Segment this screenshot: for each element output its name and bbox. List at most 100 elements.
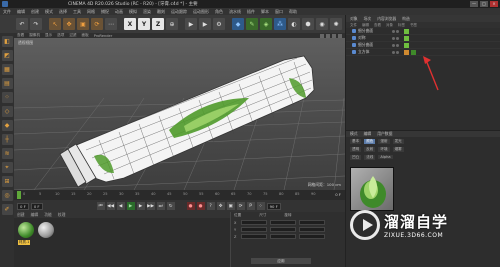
position-z-field[interactable] (241, 234, 267, 239)
menu-select[interactable]: 选择 (59, 9, 67, 15)
record-icon[interactable]: ● (186, 202, 195, 210)
material-ball-green[interactable] (18, 222, 34, 238)
channel-tab-bump[interactable]: 凹凸 (350, 154, 362, 160)
material-tag-icon[interactable] (411, 49, 416, 55)
axis-x-button[interactable]: X (124, 18, 136, 30)
pen-icon[interactable]: ✎ (246, 18, 258, 30)
go-to-start-icon[interactable]: ⏮ (96, 202, 105, 210)
obj-menu-view[interactable]: 查看 (374, 23, 381, 28)
channel-tab-luminance[interactable]: 发光 (392, 138, 404, 144)
redo-icon[interactable]: ↷ (30, 18, 42, 30)
playhead-marker[interactable] (17, 191, 21, 199)
menu-create[interactable]: 创建 (31, 9, 39, 15)
solo-icon[interactable]: ◎ (1, 190, 13, 201)
material-ball-grey[interactable] (38, 222, 54, 238)
menu-plugins[interactable]: 插件 (247, 9, 255, 15)
axis-z-button[interactable]: Z (152, 18, 164, 30)
scene-icon[interactable]: ⬢ (302, 18, 314, 30)
menu-help[interactable]: 帮助 (289, 9, 297, 15)
visibility-dots[interactable] (392, 43, 399, 47)
attr-tab-edit[interactable]: 编辑 (364, 131, 372, 137)
rotation-b-field[interactable] (299, 234, 325, 239)
point-level-key-icon[interactable]: ⁘ (256, 202, 265, 210)
render-view-icon[interactable]: ▶ (185, 18, 197, 30)
object-row[interactable]: 对称 (346, 35, 500, 42)
array-icon[interactable]: ⁂ (274, 18, 286, 30)
attr-tab-mode[interactable]: 模式 (350, 131, 358, 137)
tab-objects[interactable]: 对象 (350, 16, 358, 22)
camera-icon[interactable]: ◉ (316, 18, 328, 30)
menu-mesh[interactable]: 网格 (87, 9, 95, 15)
object-row[interactable]: 细分曲面 (346, 42, 500, 49)
maximize-view-icon[interactable] (338, 33, 342, 38)
move-tool-icon[interactable]: ✥ (63, 18, 75, 30)
make-editable-icon[interactable]: ◧ (1, 36, 13, 47)
deformer-icon[interactable]: ◐ (288, 18, 300, 30)
material-menu-edit[interactable]: 编辑 (31, 212, 39, 218)
material-menu-create[interactable]: 创建 (17, 212, 25, 218)
select-tool-icon[interactable]: ↖ (49, 18, 61, 30)
zoom-icon[interactable] (326, 33, 330, 38)
timeline[interactable]: 0 5 10 15 20 25 30 35 40 45 50 55 60 65 … (14, 190, 345, 200)
edges-mode-icon[interactable]: ◇ (1, 106, 13, 117)
snap-icon[interactable]: ⌖ (1, 162, 13, 173)
position-y-field[interactable] (241, 227, 267, 232)
coord-system-icon[interactable]: ⊕ (166, 18, 178, 30)
obj-menu-file[interactable]: 文件 (350, 23, 357, 28)
go-to-end-icon[interactable]: ⏭ (156, 202, 165, 210)
object-row[interactable]: 细分曲面 (346, 28, 500, 35)
obj-menu-objects[interactable]: 对象 (386, 23, 393, 28)
cube-icon[interactable]: ◆ (232, 18, 244, 30)
menu-mode[interactable]: 模式 (45, 9, 53, 15)
channel-tab-normal[interactable]: 法线 (364, 154, 376, 160)
menu-window[interactable]: 窗口 (275, 9, 283, 15)
current-frame-field[interactable]: 0 F (30, 202, 43, 210)
next-key-icon[interactable]: ▶▶ (146, 202, 155, 210)
previous-frame-icon[interactable]: ◀ (116, 202, 125, 210)
polygons-mode-icon[interactable]: ◆ (1, 120, 13, 131)
next-frame-icon[interactable]: ▶ (136, 202, 145, 210)
start-frame-field[interactable]: 0 F (17, 202, 29, 210)
material-menu-function[interactable]: 功能 (44, 212, 52, 218)
rotation-key-icon[interactable]: ⟳ (236, 202, 245, 210)
subdivision-icon[interactable]: ◈ (260, 18, 272, 30)
channel-tab-environment[interactable]: 环境 (378, 146, 390, 152)
channel-tab-basic[interactable]: 基本 (350, 138, 362, 144)
size-x-field[interactable] (270, 220, 296, 225)
minimize-button[interactable]: — (470, 1, 478, 7)
light-icon[interactable]: ✺ (330, 18, 342, 30)
object-name[interactable]: 细分曲面 (358, 42, 390, 48)
obj-menu-edit[interactable]: 编辑 (362, 23, 369, 28)
apply-button[interactable]: 应用 (251, 258, 311, 264)
tab-takes[interactable]: 场次 (364, 16, 372, 22)
end-frame-field[interactable]: 90 F (266, 202, 281, 210)
brush-icon[interactable]: ✐ (1, 204, 13, 215)
menu-script[interactable]: 脚本 (261, 9, 269, 15)
menu-file[interactable]: 文件 (3, 9, 11, 15)
position-key-icon[interactable]: ✥ (216, 202, 225, 210)
channel-tab-alpha[interactable]: Alpha (378, 155, 393, 159)
menu-animate[interactable]: 动画 (115, 9, 123, 15)
visibility-dots[interactable] (392, 36, 399, 40)
loop-icon[interactable]: ↻ (166, 202, 175, 210)
maximize-button[interactable]: □ (480, 1, 488, 7)
channel-tab-transparency[interactable]: 透明 (350, 146, 362, 152)
position-x-field[interactable] (241, 220, 267, 225)
viewport-menu-prorender[interactable]: ProRender (94, 34, 113, 38)
menu-character[interactable]: 角色 (215, 9, 223, 15)
pan-icon[interactable] (320, 33, 324, 38)
menu-tools[interactable]: 工具 (73, 9, 81, 15)
rotate-tool-icon[interactable]: ⟳ (91, 18, 103, 30)
material-menu-texture[interactable]: 纹理 (58, 212, 66, 218)
axis-y-button[interactable]: Y (138, 18, 150, 30)
object-name[interactable]: 对称 (358, 35, 390, 41)
parameter-key-icon[interactable]: P (246, 202, 255, 210)
tab-content-browser[interactable]: 内容浏览器 (377, 16, 396, 22)
menu-mograph[interactable]: 运动图形 (193, 9, 209, 15)
channel-tab-color[interactable]: 颜色 (364, 138, 376, 144)
visibility-dots[interactable] (392, 50, 399, 54)
object-name[interactable]: 立方体 (358, 49, 390, 55)
scale-key-icon[interactable]: ▣ (226, 202, 235, 210)
texture-mode-icon[interactable]: ▦ (1, 64, 13, 75)
rotation-h-field[interactable] (299, 220, 325, 225)
